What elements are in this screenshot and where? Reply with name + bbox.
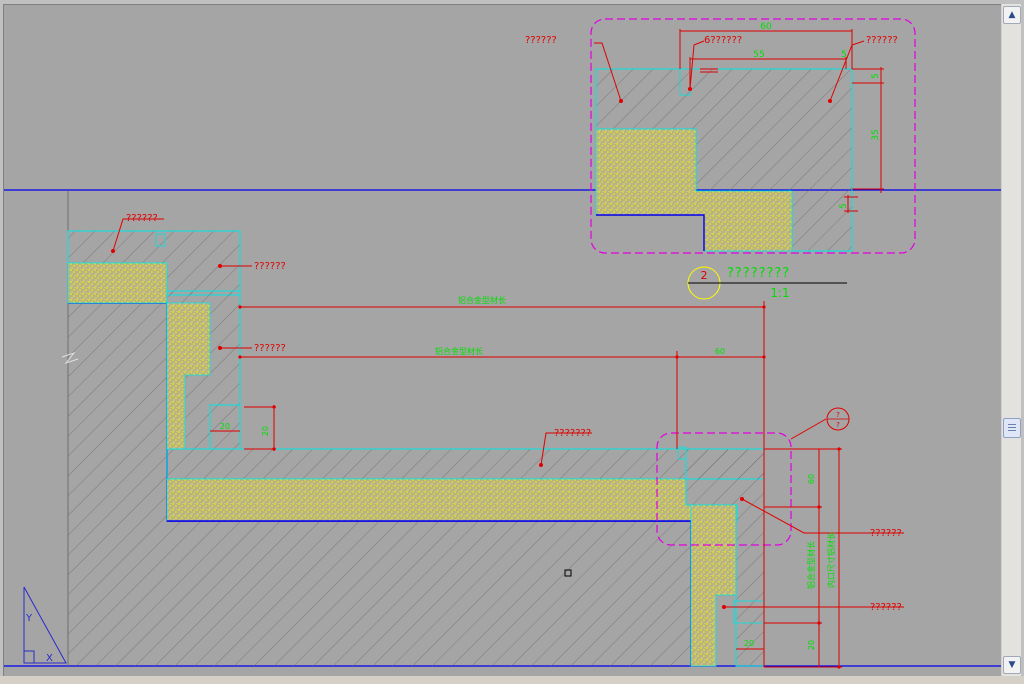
label-d: ??????? (554, 428, 591, 439)
scroll-down-icon[interactable]: ▼ (1003, 656, 1021, 674)
ucs-x-label: X (46, 653, 53, 664)
scroll-thumb[interactable] (1003, 418, 1021, 438)
inset-dim-small: 5 (841, 50, 847, 60)
sill-hatch (166, 448, 765, 480)
inset-dim-right-b: 35 (871, 129, 881, 140)
label-e: ?????? (870, 528, 902, 539)
dim-small-b: 20 (261, 426, 270, 436)
section-marker-top: ? (836, 411, 840, 419)
label-top-left: ?????? (126, 213, 158, 224)
dim-right-vert-c: 内口尺寸铝材长 (826, 532, 836, 588)
callout-leader (790, 418, 827, 440)
vertical-scrollbar[interactable]: ▲ ▼ (1001, 4, 1021, 676)
ucs-icon (23, 586, 67, 664)
inset-label-left: ?????? (525, 35, 557, 46)
label-b: ?????? (254, 343, 286, 354)
inset-dim-overall: 60 (760, 22, 772, 32)
inset-title-number: 2 (701, 269, 708, 282)
inset-dim-right-a: 5 (871, 73, 881, 79)
right-profile-dotted (690, 504, 737, 667)
label-f: ?????? (870, 602, 902, 613)
scroll-up-icon[interactable]: ▲ (1003, 6, 1021, 24)
dim-small-a: 20 (220, 422, 230, 431)
corner-dotted-band (67, 262, 168, 304)
inset-dim-bottom: 5 (839, 203, 849, 209)
inset-title-scale: 1:1 (770, 286, 789, 300)
cad-window: ? ? ?????? ?????? ?????? ??????? ?????? … (0, 0, 1024, 684)
dim-long-mid: 铝合金型材长 (435, 346, 483, 356)
inset-title-name: ???????? (727, 266, 790, 281)
inset-label-right: ?????? (866, 35, 898, 46)
inset-dim-inner: 55 (753, 50, 764, 60)
inset-title-block: 2 ???????? 1:1 (687, 266, 847, 300)
dim-bottom-small: 20 (744, 639, 754, 648)
cad-drawing: ? ? ?????? ?????? ?????? ??????? ?????? … (4, 18, 1001, 669)
dim-long-right: 60 (715, 347, 725, 356)
dim-right-vert-b: 铝合金型材长 (806, 541, 816, 589)
sill-dotted-fill (166, 478, 738, 522)
inset-detail: ?????? 6?????? ?????? 60 55 5 5 35 5 (525, 18, 916, 254)
dim-right-vert-d: 20 (807, 640, 816, 650)
ucs-y-label: Y (25, 613, 33, 624)
dim-right-vert-a: 60 (807, 474, 816, 484)
dim-long-top: 铝合金型材长 (458, 295, 506, 305)
bottom-status-strip (0, 676, 1024, 684)
inset-blue-outline (596, 214, 705, 251)
drawing-canvas[interactable]: ? ? ?????? ?????? ?????? ??????? ?????? … (3, 4, 1001, 677)
inset-label-mid: 6?????? (704, 35, 742, 46)
section-marker-bottom: ? (836, 421, 840, 429)
label-a: ?????? (254, 261, 286, 272)
